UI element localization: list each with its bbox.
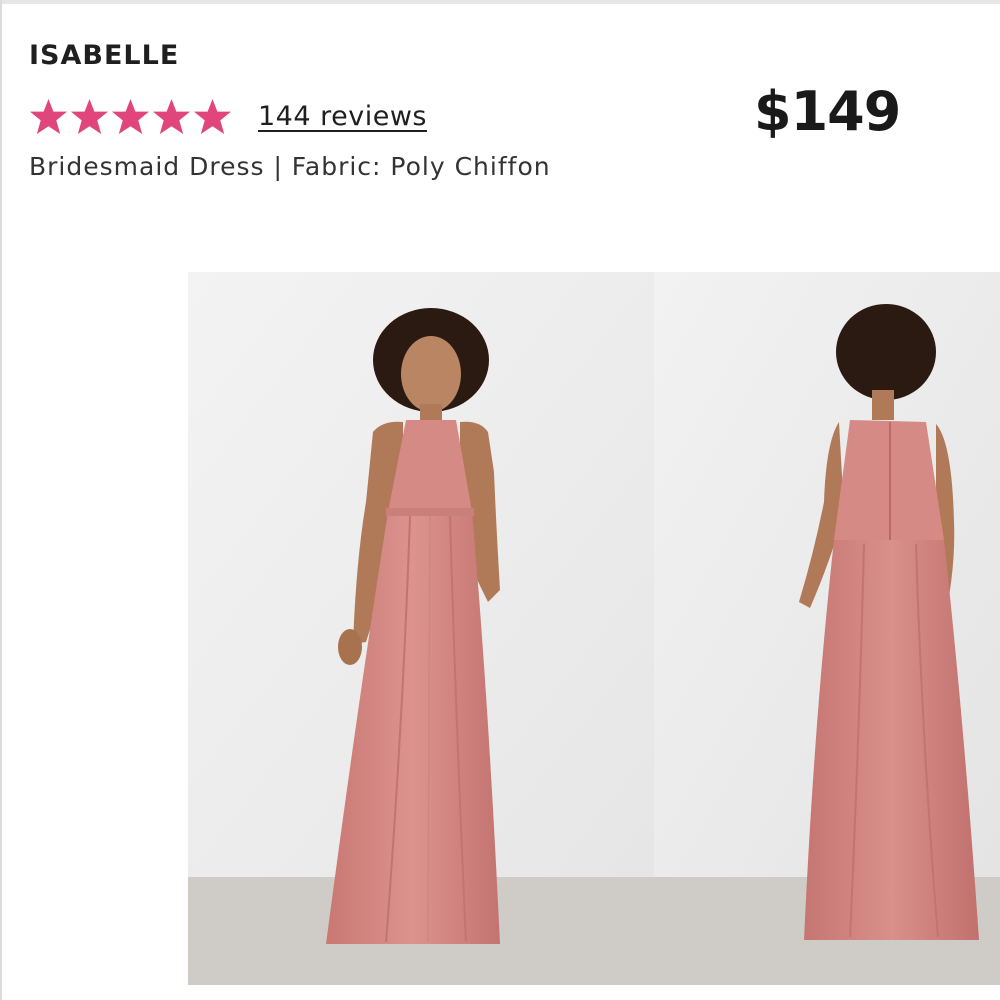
dress-back-illustration xyxy=(654,272,1000,985)
product-image-back[interactable] xyxy=(654,272,1000,985)
star-icon xyxy=(193,98,232,134)
price: $149 xyxy=(754,80,901,143)
dress-front-illustration xyxy=(188,272,654,985)
product-subtitle: Bridesmaid Dress | Fabric: Poly Chiffon xyxy=(29,152,551,181)
star-icon xyxy=(70,98,109,134)
top-divider xyxy=(0,0,1000,4)
star-icon xyxy=(111,98,150,134)
reviews-link[interactable]: 144 reviews xyxy=(258,101,427,132)
star-icon xyxy=(152,98,191,134)
left-divider xyxy=(0,0,2,1000)
product-header-page: ISABELLE 144 reviews $149 Bridesmaid Dre… xyxy=(0,0,1000,1000)
star-rating xyxy=(29,97,232,136)
product-name: ISABELLE xyxy=(29,40,180,71)
rating-row: 144 reviews xyxy=(29,94,427,138)
product-gallery xyxy=(188,272,1000,985)
product-image-front[interactable] xyxy=(188,272,654,985)
star-icon xyxy=(29,98,68,134)
